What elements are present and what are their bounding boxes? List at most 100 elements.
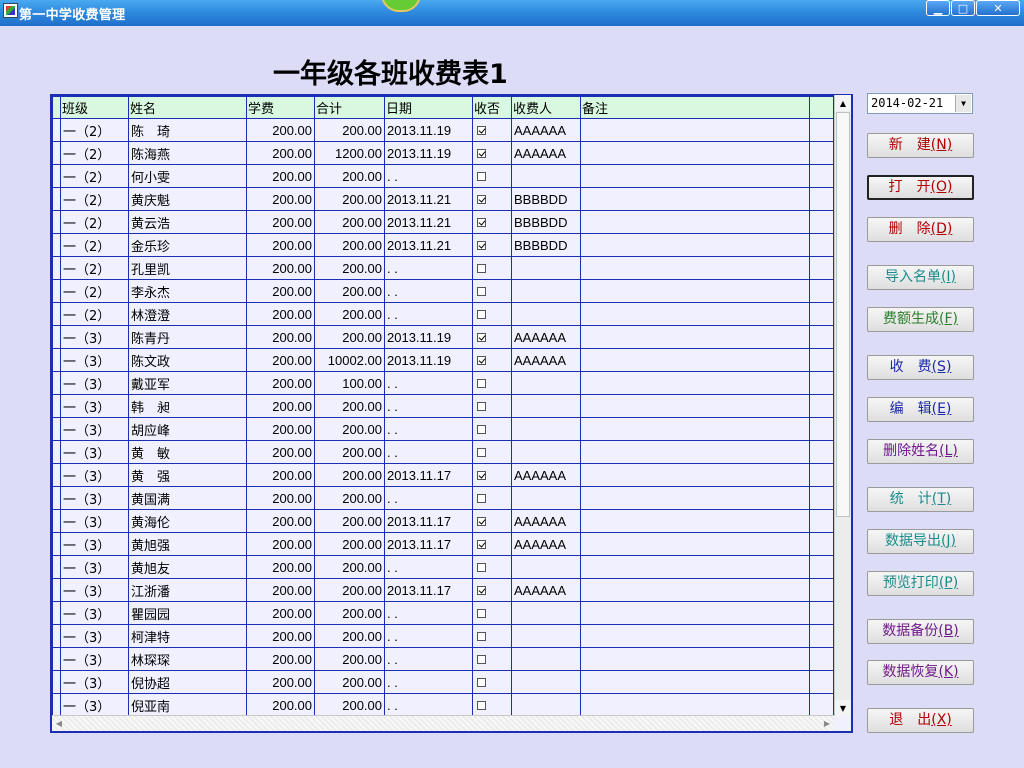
cell-total[interactable]: 200.00 — [314, 624, 385, 648]
table-row[interactable]: 一（3） 江浙潘 200.00 200.00 2013.11.17 AAAAAA — [52, 578, 834, 602]
cell-date[interactable]: . . — [384, 371, 473, 395]
cell-paid[interactable] — [472, 670, 512, 694]
cell-payer[interactable] — [511, 371, 581, 395]
row-indicator[interactable] — [52, 647, 61, 671]
scroll-up-icon[interactable]: ▲ — [835, 95, 851, 111]
cell-note[interactable] — [580, 532, 810, 556]
cell-name[interactable]: 黄海伦 — [128, 509, 247, 533]
cell-name[interactable]: 陈青丹 — [128, 325, 247, 349]
cell-note[interactable] — [580, 486, 810, 510]
unchecked-checkbox[interactable] — [477, 562, 486, 572]
cell-class[interactable]: 一（3） — [60, 371, 129, 395]
cell-payer[interactable] — [511, 279, 581, 303]
scroll-left-icon[interactable]: ◀ — [52, 716, 66, 731]
cell-note[interactable] — [580, 279, 810, 303]
cell-class[interactable]: 一（3） — [60, 348, 129, 372]
cell-fee[interactable]: 200.00 — [246, 348, 315, 372]
unchecked-checkbox[interactable] — [477, 424, 486, 434]
cell-note[interactable] — [580, 141, 810, 165]
cell-total[interactable]: 200.00 — [314, 601, 385, 625]
cell-total[interactable]: 200.00 — [314, 670, 385, 694]
cell-paid[interactable] — [472, 302, 512, 326]
table-row[interactable]: 一（3） 黄旭友 200.00 200.00. . — [52, 555, 834, 579]
cell-note[interactable] — [580, 578, 810, 602]
cell-date[interactable]: . . — [384, 440, 473, 464]
cell-name[interactable]: 林澄澄 — [128, 302, 247, 326]
table-row[interactable]: 一（2） 孔里凯 200.00 200.00. . — [52, 256, 834, 280]
unchecked-checkbox[interactable] — [477, 309, 486, 319]
cell-total[interactable]: 200.00 — [314, 394, 385, 418]
cell-date[interactable]: 2013.11.19 — [384, 325, 473, 349]
cell-payer[interactable]: AAAAAA — [511, 118, 581, 142]
cell-date[interactable]: . . — [384, 256, 473, 280]
table-row[interactable]: 一（3）黄 强 200.00 200.00 2013.11.17 AAAAAA — [52, 463, 834, 487]
table-row[interactable]: 一（3） 陈文政 200.00 10002.00 2013.11.19 AAAAAA — [52, 348, 834, 372]
cell-paid[interactable] — [472, 601, 512, 625]
row-indicator[interactable] — [52, 440, 61, 464]
cell-note[interactable] — [580, 348, 810, 372]
cell-fee[interactable]: 200.00 — [246, 164, 315, 188]
cell-note[interactable] — [580, 118, 810, 142]
cell-date[interactable]: . . — [384, 279, 473, 303]
cell-note[interactable] — [580, 509, 810, 533]
unchecked-checkbox[interactable] — [477, 493, 486, 503]
checked-checkbox[interactable] — [477, 355, 486, 365]
cell-fee[interactable]: 200.00 — [246, 647, 315, 671]
cell-total[interactable]: 200.00 — [314, 417, 385, 441]
preview-print-button[interactable]: 预览打印(P) — [867, 571, 974, 596]
row-indicator[interactable] — [52, 578, 61, 602]
cell-note[interactable] — [580, 670, 810, 694]
cell-class[interactable]: 一（2） — [60, 256, 129, 280]
cell-fee[interactable]: 200.00 — [246, 578, 315, 602]
cell-paid[interactable] — [472, 578, 512, 602]
column-header-total[interactable]: 合计 — [314, 96, 385, 119]
cell-note[interactable] — [580, 647, 810, 671]
row-indicator[interactable] — [52, 532, 61, 556]
cell-name[interactable]: 黄旭强 — [128, 532, 247, 556]
checked-checkbox[interactable] — [477, 194, 486, 204]
cell-total[interactable]: 200.00 — [314, 187, 385, 211]
cell-note[interactable] — [580, 256, 810, 280]
cell-payer[interactable] — [511, 417, 581, 441]
table-row[interactable]: 一（2） 林澄澄 200.00 200.00. . — [52, 302, 834, 326]
table-row[interactable]: 一（3） 陈青丹 200.00 200.00 2013.11.19 AAAAAA — [52, 325, 834, 349]
export-button[interactable]: 数据导出(J) — [867, 529, 974, 554]
cell-note[interactable] — [580, 164, 810, 188]
checked-checkbox[interactable] — [477, 585, 486, 595]
column-header-note[interactable]: 备注 — [580, 96, 810, 119]
cell-class[interactable]: 一（3） — [60, 440, 129, 464]
row-indicator[interactable] — [52, 486, 61, 510]
cell-date[interactable]: . . — [384, 417, 473, 441]
row-indicator[interactable] — [52, 256, 61, 280]
cell-note[interactable] — [580, 417, 810, 441]
cell-payer[interactable] — [511, 256, 581, 280]
cell-date[interactable]: . . — [384, 670, 473, 694]
row-indicator[interactable] — [52, 601, 61, 625]
cell-name[interactable]: 柯津特 — [128, 624, 247, 648]
cell-paid[interactable] — [472, 325, 512, 349]
cell-total[interactable]: 200.00 — [314, 233, 385, 257]
cell-fee[interactable]: 200.00 — [246, 256, 315, 280]
cell-date[interactable]: 2013.11.19 — [384, 348, 473, 372]
cell-payer[interactable]: BBBBDD — [511, 210, 581, 234]
cell-paid[interactable] — [472, 187, 512, 211]
cell-total[interactable]: 200.00 — [314, 578, 385, 602]
cell-date[interactable]: 2013.11.17 — [384, 578, 473, 602]
unchecked-checkbox[interactable] — [477, 378, 486, 388]
unchecked-checkbox[interactable] — [477, 631, 486, 641]
cell-payer[interactable]: AAAAAA — [511, 509, 581, 533]
row-indicator[interactable] — [52, 233, 61, 257]
table-row[interactable]: 一（2） 何小雯 200.00 200.00. . — [52, 164, 834, 188]
table-row[interactable]: 一（2） 黄庆魁 200.00 200.00 2013.11.21 BBBBDD — [52, 187, 834, 211]
cell-name[interactable]: 韩 昶 — [128, 394, 247, 418]
unchecked-checkbox[interactable] — [477, 654, 486, 664]
cell-fee[interactable]: 200.00 — [246, 532, 315, 556]
cell-paid[interactable] — [472, 371, 512, 395]
table-row[interactable]: 一（3） 胡应峰 200.00 200.00. . — [52, 417, 834, 441]
cell-name[interactable]: 戴亚军 — [128, 371, 247, 395]
cell-class[interactable]: 一（3） — [60, 509, 129, 533]
cell-fee[interactable]: 200.00 — [246, 670, 315, 694]
cell-class[interactable]: 一（3） — [60, 394, 129, 418]
cell-date[interactable]: 2013.11.21 — [384, 210, 473, 234]
cell-paid[interactable] — [472, 348, 512, 372]
